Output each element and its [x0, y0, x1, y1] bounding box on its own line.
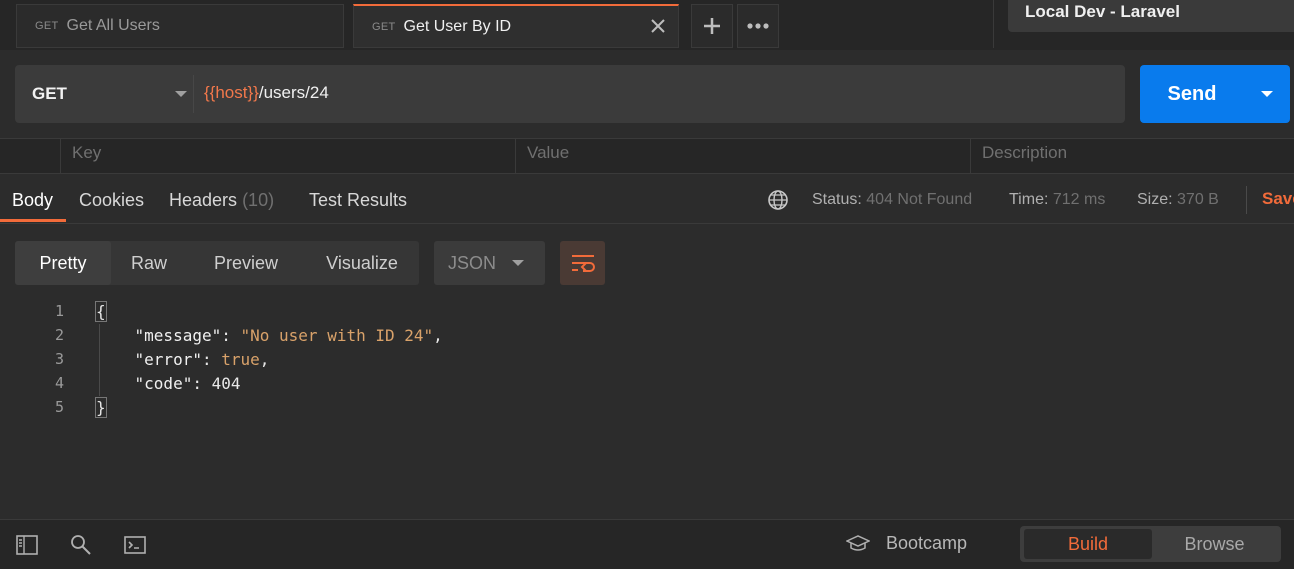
tab-label: Get All Users	[66, 17, 160, 34]
line-number: 3	[54, 350, 64, 368]
wrap-lines-button[interactable]	[560, 241, 605, 285]
tab-headers[interactable]: Headers (10)	[169, 190, 274, 211]
close-brace: }	[95, 397, 107, 418]
json-key: "code"	[134, 374, 193, 393]
caret-down-icon	[512, 260, 524, 266]
wrap-lines-icon	[571, 255, 595, 272]
method-select[interactable]: GET	[15, 65, 193, 123]
code-line: 4 "code": 404	[0, 372, 1294, 396]
environment-selector[interactable]: Local Dev - Laravel	[1008, 0, 1294, 32]
param-value-column[interactable]: Value	[515, 139, 970, 173]
param-description-column[interactable]: Description	[970, 139, 1294, 173]
line-number: 1	[54, 302, 64, 320]
preview-button[interactable]: Preview	[187, 241, 305, 285]
json-number: 404	[211, 374, 241, 393]
response-body[interactable]: 1 { 2 "message": "No user with ID 24", 3…	[0, 300, 1294, 420]
code-line: 3 "error": true,	[0, 348, 1294, 372]
time-label: Time:	[1009, 191, 1049, 208]
pretty-button[interactable]: Pretty	[15, 241, 111, 285]
method-label: GET	[32, 84, 67, 103]
raw-button[interactable]: Raw	[111, 241, 187, 285]
status-bar: Bootcamp Build Browse	[0, 519, 1294, 569]
json-key: "error"	[134, 350, 202, 369]
tab-get-user-by-id[interactable]: GET Get User By ID	[353, 4, 679, 48]
build-browse-toggle: Build Browse	[1020, 526, 1281, 562]
tab-method: GET	[372, 20, 396, 33]
send-button[interactable]: Send	[1140, 65, 1290, 123]
tab-cookies[interactable]: Cookies	[79, 190, 144, 211]
format-label: JSON	[448, 252, 497, 273]
plus-icon	[704, 18, 720, 34]
json-string: "No user with ID 24"	[240, 326, 434, 345]
bootcamp-label: Bootcamp	[886, 533, 968, 553]
open-brace: {	[95, 301, 107, 322]
param-key-column[interactable]: Key	[60, 139, 515, 173]
bootcamp-link[interactable]: Bootcamp	[846, 533, 967, 554]
json-key: "message"	[134, 326, 222, 345]
size-readout: Size: 370 B	[1137, 191, 1219, 209]
code-line: 2 "message": "No user with ID 24",	[0, 324, 1294, 348]
graduation-cap-icon	[846, 534, 870, 551]
save-response-button[interactable]: Save	[1262, 189, 1294, 209]
status-readout: Status: 404 Not Found	[812, 191, 972, 209]
code-line: 5 }	[0, 396, 1294, 420]
time-value: 712 ms	[1052, 191, 1106, 208]
tab-bar: GET Get All Users GET Get User By ID Loc…	[0, 0, 1294, 50]
globe-icon[interactable]	[767, 189, 789, 211]
browse-mode-button[interactable]: Browse	[1152, 529, 1277, 559]
code-line: 1 {	[0, 300, 1294, 324]
url-path: /users/24	[258, 83, 329, 102]
size-value: 370 B	[1177, 191, 1219, 208]
time-readout: Time: 712 ms	[1009, 191, 1105, 209]
tab-body[interactable]: Body	[12, 190, 53, 211]
caret-down-icon	[175, 91, 187, 97]
tab-headers-label: Headers	[169, 190, 238, 210]
status-value: 404 Not Found	[866, 191, 973, 208]
send-label: Send	[1167, 82, 1217, 105]
visualize-button[interactable]: Visualize	[305, 241, 419, 285]
json-boolean: true	[221, 350, 260, 369]
request-bar: GET {{host}}/users/24	[15, 65, 1125, 123]
line-number: 5	[54, 398, 64, 416]
divider	[193, 75, 194, 113]
more-tabs-button[interactable]	[737, 4, 779, 48]
active-tab-indicator	[0, 219, 66, 222]
divider	[1246, 186, 1247, 214]
new-tab-button[interactable]	[691, 4, 733, 48]
url-variable: {{host}}	[204, 83, 259, 102]
search-icon[interactable]	[69, 533, 93, 557]
url-input[interactable]: {{host}}/users/24	[204, 83, 329, 103]
line-number: 4	[54, 374, 64, 392]
divider	[993, 0, 994, 48]
tab-get-all-users[interactable]: GET Get All Users	[16, 4, 344, 48]
line-number: 2	[54, 326, 64, 344]
tab-test-results[interactable]: Test Results	[309, 190, 407, 211]
size-label: Size:	[1137, 191, 1173, 208]
tab-method: GET	[35, 20, 59, 32]
ellipsis-icon	[747, 23, 769, 29]
params-table-header: Key Value Description	[0, 138, 1294, 174]
close-icon[interactable]	[648, 16, 668, 36]
build-mode-button[interactable]: Build	[1024, 529, 1152, 559]
view-mode-toolbar: Pretty Raw Preview Visualize	[15, 241, 419, 285]
tab-label: Get User By ID	[403, 17, 512, 35]
headers-count: (10)	[242, 190, 275, 210]
console-icon[interactable]	[123, 533, 147, 557]
sidebar-toggle-icon[interactable]	[15, 533, 39, 557]
status-label: Status:	[812, 191, 862, 208]
format-select[interactable]: JSON	[434, 241, 545, 285]
caret-down-icon[interactable]	[1261, 91, 1273, 97]
